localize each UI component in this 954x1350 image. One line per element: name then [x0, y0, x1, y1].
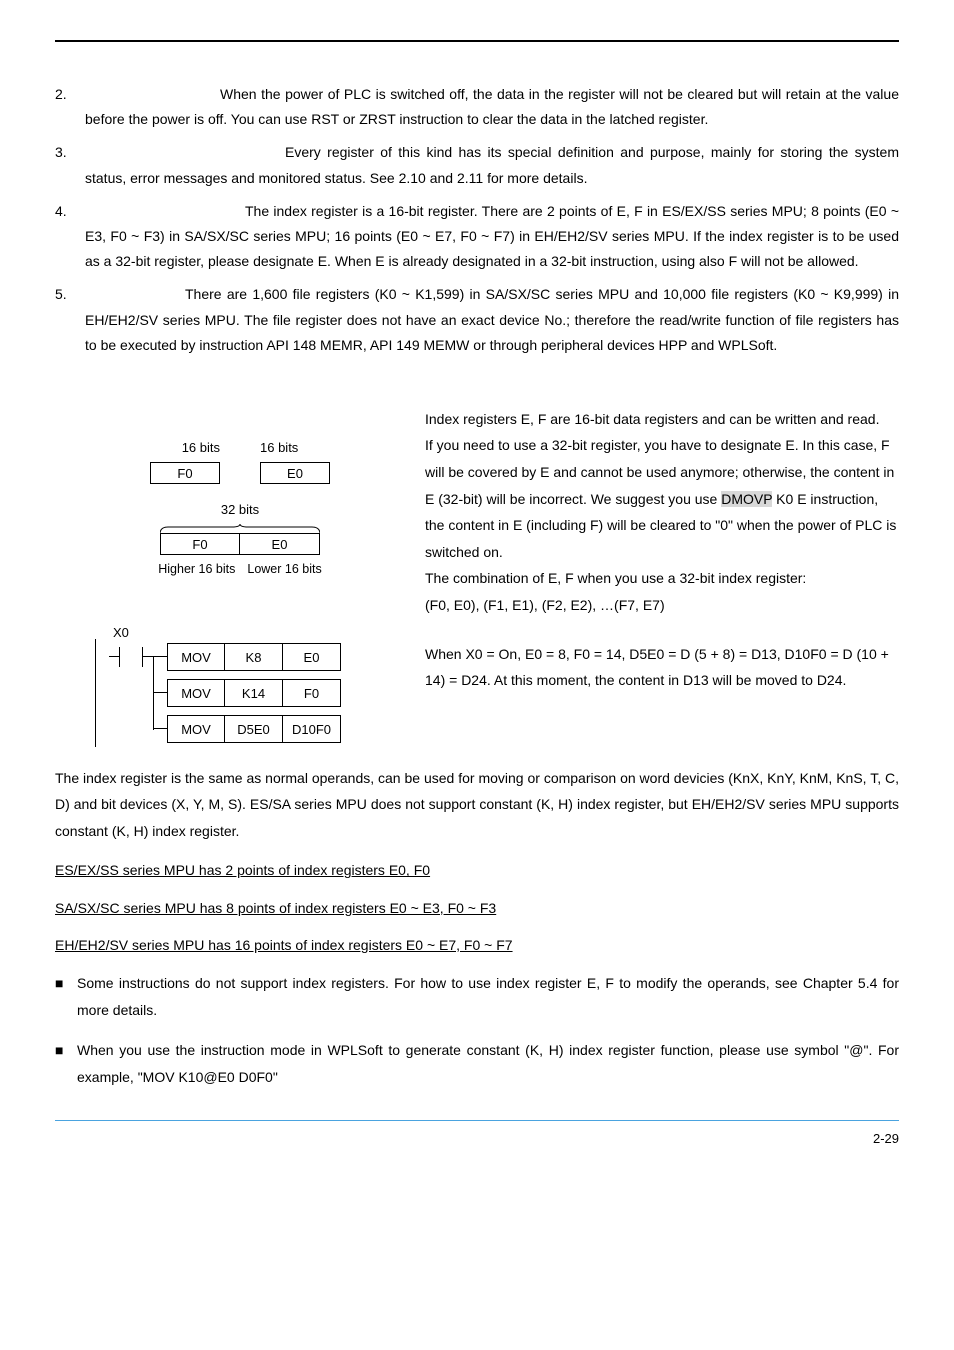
para-index-register: The index register is the same as normal… [55, 765, 899, 845]
bullet-text: When you use the instruction mode in WPL… [77, 1037, 899, 1090]
branch [153, 639, 167, 675]
branch [153, 675, 167, 711]
label-16bits-a: 16 bits [182, 436, 220, 459]
side1-p2: If you need to use a 32-bit register, yo… [425, 432, 899, 565]
joined-f0: F0 [160, 533, 240, 555]
instruction-boxes: MOVK8E0 [167, 643, 341, 671]
square-bullet-icon: ■ [55, 970, 77, 1023]
bullet-text: Some instructions do not support index r… [77, 970, 899, 1023]
branch [153, 711, 167, 747]
underline-2: SA/SX/SC series MPU has 8 points of inde… [55, 896, 899, 921]
instruction-cell: D10F0 [283, 715, 341, 743]
numbered-list: 2.When the power of PLC is switched off,… [55, 82, 899, 358]
numbered-item: 5.There are 1,600 file registers (K0 ~ K… [55, 282, 899, 358]
ladder-description: When X0 = On, E0 = 8, F0 = 14, D5E0 = D … [425, 639, 899, 694]
top-rule [55, 40, 899, 42]
item-body: Every register of this kind has its spec… [85, 140, 899, 190]
side1-p4: (F0, E0), (F1, E1), (F2, E2), …(F7, E7) [425, 592, 899, 619]
label-16bits-b: 16 bits [260, 436, 298, 459]
instruction-cell: K8 [225, 643, 283, 671]
bits-box-e0: E0 [260, 462, 330, 484]
bits-box-f0: F0 [150, 462, 220, 484]
ladder-row: MOVK14F0 [95, 675, 425, 711]
instruction-boxes: MOVK14F0 [167, 679, 341, 707]
bits-diagram: 16 bits 16 bits F0 E0 32 bits F0 E0 High… [125, 436, 355, 580]
label-higher-16: Higher 16 bits [158, 558, 235, 581]
numbered-item: 2.When the power of PLC is switched off,… [55, 82, 899, 132]
item-body: When the power of PLC is switched off, t… [85, 82, 899, 132]
brace-icon [160, 524, 320, 532]
instruction-cell: MOV [167, 643, 225, 671]
label-32bits: 32 bits [125, 498, 355, 521]
instruction-cell: K14 [225, 679, 283, 707]
underline-1: ES/EX/SS series MPU has 2 points of inde… [55, 858, 899, 883]
bullet-item: ■When you use the instruction mode in WP… [55, 1037, 899, 1090]
item-number: 3. [55, 140, 85, 190]
highlight-dmovp: DMOVP [721, 491, 772, 507]
numbered-item: 3.Every register of this kind has its sp… [55, 140, 899, 190]
bottom-rule [55, 1120, 899, 1121]
ladder-row: MOVK8E0 [95, 639, 425, 675]
joined-e0: E0 [240, 533, 320, 555]
instruction-cell: E0 [283, 643, 341, 671]
bits-diagram-block: 16 bits 16 bits F0 E0 32 bits F0 E0 High… [55, 406, 899, 619]
page-number: 2-29 [55, 1127, 899, 1150]
side1-p3: The combination of E, F when you use a 3… [425, 565, 899, 592]
instruction-cell: D5E0 [225, 715, 283, 743]
numbered-item: 4.The index register is a 16-bit registe… [55, 199, 899, 275]
item-body: There are 1,600 file registers (K0 ~ K1,… [85, 282, 899, 358]
underline-3: EH/EH2/SV series MPU has 16 points of in… [55, 933, 899, 958]
ladder-row: MOVD5E0D10F0 [95, 711, 425, 747]
item-number: 4. [55, 199, 85, 275]
ladder-block: X0 MOVK8E0MOVK14F0MOVD5E0D10F0 When X0 =… [55, 639, 899, 747]
item-number: 2. [55, 82, 85, 132]
ladder-diagram: X0 MOVK8E0MOVK14F0MOVD5E0D10F0 [95, 639, 425, 747]
instruction-cell: MOV [167, 679, 225, 707]
square-bullet-icon: ■ [55, 1037, 77, 1090]
item-body: The index register is a 16-bit register.… [85, 199, 899, 275]
instruction-cell: MOV [167, 715, 225, 743]
side1-p1: Index registers E, F are 16-bit data reg… [425, 406, 899, 433]
bits-description: Index registers E, F are 16-bit data reg… [425, 406, 899, 619]
instruction-cell: F0 [283, 679, 341, 707]
bullet-item: ■Some instructions do not support index … [55, 970, 899, 1023]
normally-open-contact-icon [109, 639, 153, 675]
item-number: 5. [55, 282, 85, 358]
label-lower-16: Lower 16 bits [247, 558, 321, 581]
instruction-boxes: MOVD5E0D10F0 [167, 715, 341, 743]
